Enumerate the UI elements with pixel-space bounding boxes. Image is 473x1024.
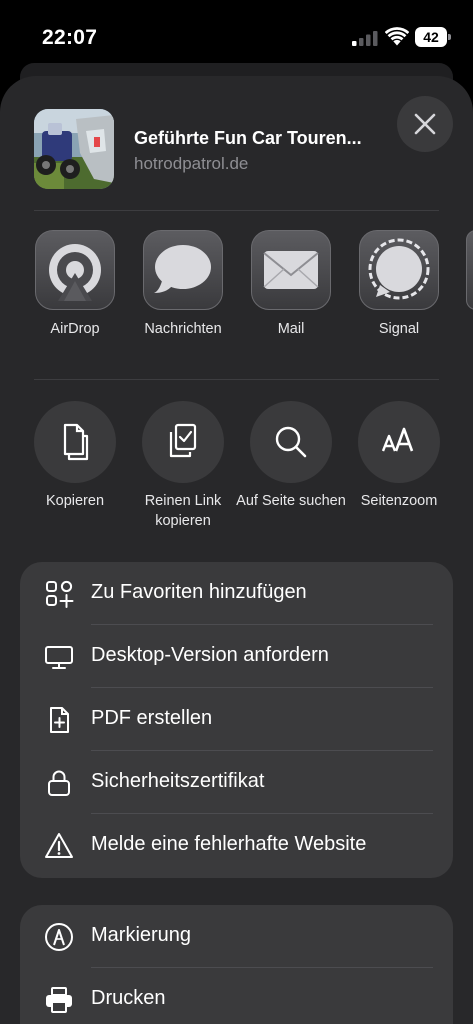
signal-icon <box>359 230 439 310</box>
markup-icon <box>45 923 73 951</box>
xmark-icon <box>414 113 436 135</box>
copy-icon <box>34 401 116 483</box>
menu-item-label: Melde eine fehlerhafte Website <box>91 833 367 855</box>
search-icon <box>250 401 332 483</box>
battery-indicator: 42 <box>415 27 451 47</box>
menu-item-label: Drucken <box>91 987 166 1009</box>
wifi-icon <box>385 27 409 46</box>
warning-icon <box>45 833 73 858</box>
share-sheet: Geführte Fun Car Touren... hotrodpatrol.… <box>0 76 473 1024</box>
share-target-label: Mail <box>277 321 305 337</box>
menu-item-desktop-version-anfordern[interactable]: Desktop-Version anfordern <box>20 625 453 688</box>
clean-link-copy-icon <box>142 401 224 483</box>
menu-item-zu-favoriten-hinzufuegen[interactable]: Zu Favoriten hinzufügen <box>20 562 453 625</box>
mail-icon <box>251 230 331 310</box>
page-title: Geführte Fun Car Touren... <box>134 128 362 148</box>
page-thumbnail-image <box>34 109 114 189</box>
action-reinen-link-kopieren[interactable]: Reinen Link kopieren <box>129 401 237 536</box>
print-icon <box>46 987 72 1013</box>
action-auf-seite-suchen[interactable]: Auf Seite suchen <box>236 401 346 536</box>
pdf-icon <box>50 707 69 733</box>
lock-icon <box>48 770 70 796</box>
menu-item-label: Zu Favoriten hinzufügen <box>91 581 307 603</box>
menu-item-label: Sicherheitszertifikat <box>91 770 265 792</box>
share-sheet-header: Geführte Fun Car Touren... hotrodpatrol.… <box>0 76 473 210</box>
menu-item-label: Desktop-Version anfordern <box>91 644 329 666</box>
action-label: Auf Seite suchen <box>236 493 346 509</box>
share-target-label: Signal <box>378 321 420 337</box>
screen: 22:07 42 Geführte Fun Car Touren... hotr… <box>0 0 473 1024</box>
desktop-icon <box>45 646 73 669</box>
cellular-signal-icon <box>352 31 378 46</box>
share-target-mail[interactable]: Mail <box>243 230 339 340</box>
menu-group-2: Markierung Drucken <box>20 905 453 1024</box>
actions-row: Kopieren Reinen Link kopieren Auf Seite … <box>0 401 473 536</box>
share-target-nachrichten[interactable]: Nachrichten <box>135 230 231 340</box>
action-kopieren[interactable]: Kopieren <box>21 401 129 536</box>
share-target-partial[interactable] <box>466 230 473 310</box>
menu-item-sicherheitszertifikat[interactable]: Sicherheitszertifikat <box>20 751 453 814</box>
menu-item-melde-fehlerhafte-website[interactable]: Melde eine fehlerhafte Website <box>20 814 453 877</box>
battery-level: 42 <box>423 29 439 45</box>
menu-item-drucken[interactable]: Drucken <box>20 968 453 1024</box>
action-label: Kopieren <box>45 493 105 509</box>
share-target-airdrop[interactable]: AirDrop <box>27 230 123 340</box>
add-favorites-icon <box>46 580 74 608</box>
share-target-signal[interactable]: Signal <box>351 230 447 340</box>
airdrop-icon <box>35 230 115 310</box>
menu-item-pdf-erstellen[interactable]: PDF erstellen <box>20 688 453 751</box>
menu-item-label: Markierung <box>91 924 192 946</box>
action-label: Reinen Link kopieren <box>144 493 222 529</box>
messages-icon <box>143 230 223 310</box>
text-size-icon <box>358 401 440 483</box>
share-target-label: AirDrop <box>50 321 100 337</box>
menu-item-label: PDF erstellen <box>91 707 213 729</box>
status-time: 22:07 <box>42 26 98 49</box>
share-target-label: Nachrichten <box>144 321 222 337</box>
action-label: Seitenzoom <box>360 493 438 509</box>
divider <box>34 210 439 211</box>
divider <box>34 379 439 380</box>
share-targets-row: AirDrop Nachrichten Mail Signal <box>0 230 473 340</box>
close-button[interactable] <box>397 96 453 152</box>
menu-group-1: Zu Favoriten hinzufügen Desktop-Version … <box>20 562 453 878</box>
page-thumbnail <box>34 109 114 189</box>
page-domain: hotrodpatrol.de <box>134 154 249 173</box>
menu-item-markierung[interactable]: Markierung <box>20 905 453 968</box>
action-seitenzoom[interactable]: Seitenzoom <box>345 401 453 536</box>
